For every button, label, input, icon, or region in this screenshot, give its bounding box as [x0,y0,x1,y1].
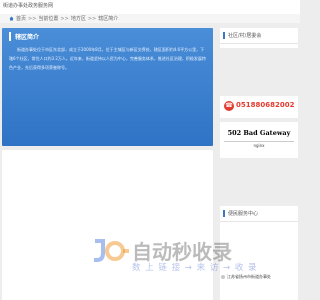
gateway-error-title: 502 Bad Gateway [227,129,291,137]
divider [224,141,294,142]
intro-title: 辖区简介 [9,32,39,41]
top-bar: 街道办事处政务服务网 [0,0,300,14]
community-title[interactable]: 社区/村/居委会 [223,32,261,39]
service-address: 江苏省扬州市街道办事处 [221,274,271,280]
breadcrumb-page: 辖区简介 [98,16,119,22]
service-center-title[interactable]: 便民服务中心 [223,210,258,217]
bullet-icon [221,275,225,279]
home-icon [9,16,14,21]
phone-number[interactable]: 051880682002 [236,101,294,109]
service-center-card: 便民服务中心 [220,206,298,300]
phone-card: ☎ 051880682002 [220,96,298,118]
phone-icon: ☎ [224,101,234,111]
breadcrumb: 首页 >> 当前位置 >> 地方区 >> 辖区简介 [9,15,118,22]
community-card: 社区/村/居委会 [220,28,298,48]
breadcrumb-separator: >> [87,15,97,22]
breadcrumb-current[interactable]: 当前位置 [38,15,58,22]
breadcrumb-bar: 首页 >> 当前位置 >> 地方区 >> 辖区简介 [0,14,300,23]
intro-body: 街道办事处位于市区东北部，成立于2000年8月，位于主城区与新区交界处，辖区面积… [9,47,206,70]
breadcrumb-separator: >> [60,15,69,22]
community-card-header: 社区/村/居委会 [220,28,298,44]
service-card-header: 便民服务中心 [220,206,298,222]
breadcrumb-district[interactable]: 地方区 [71,15,86,22]
gateway-error-server: nginx [253,143,265,148]
site-title: 街道办事处政务服务网 [3,3,54,9]
district-intro-panel: 辖区简介 街道办事处位于市区东北部，成立于2000年8月，位于主城区与新区交界处… [2,28,213,146]
breadcrumb-home[interactable]: 首页 [16,15,26,22]
content-area [2,150,213,300]
service-address-text[interactable]: 江苏省扬州市街道办事处 [227,274,271,279]
gateway-error-card: 502 Bad Gateway nginx [220,122,298,158]
breadcrumb-separator: >> [28,15,37,22]
